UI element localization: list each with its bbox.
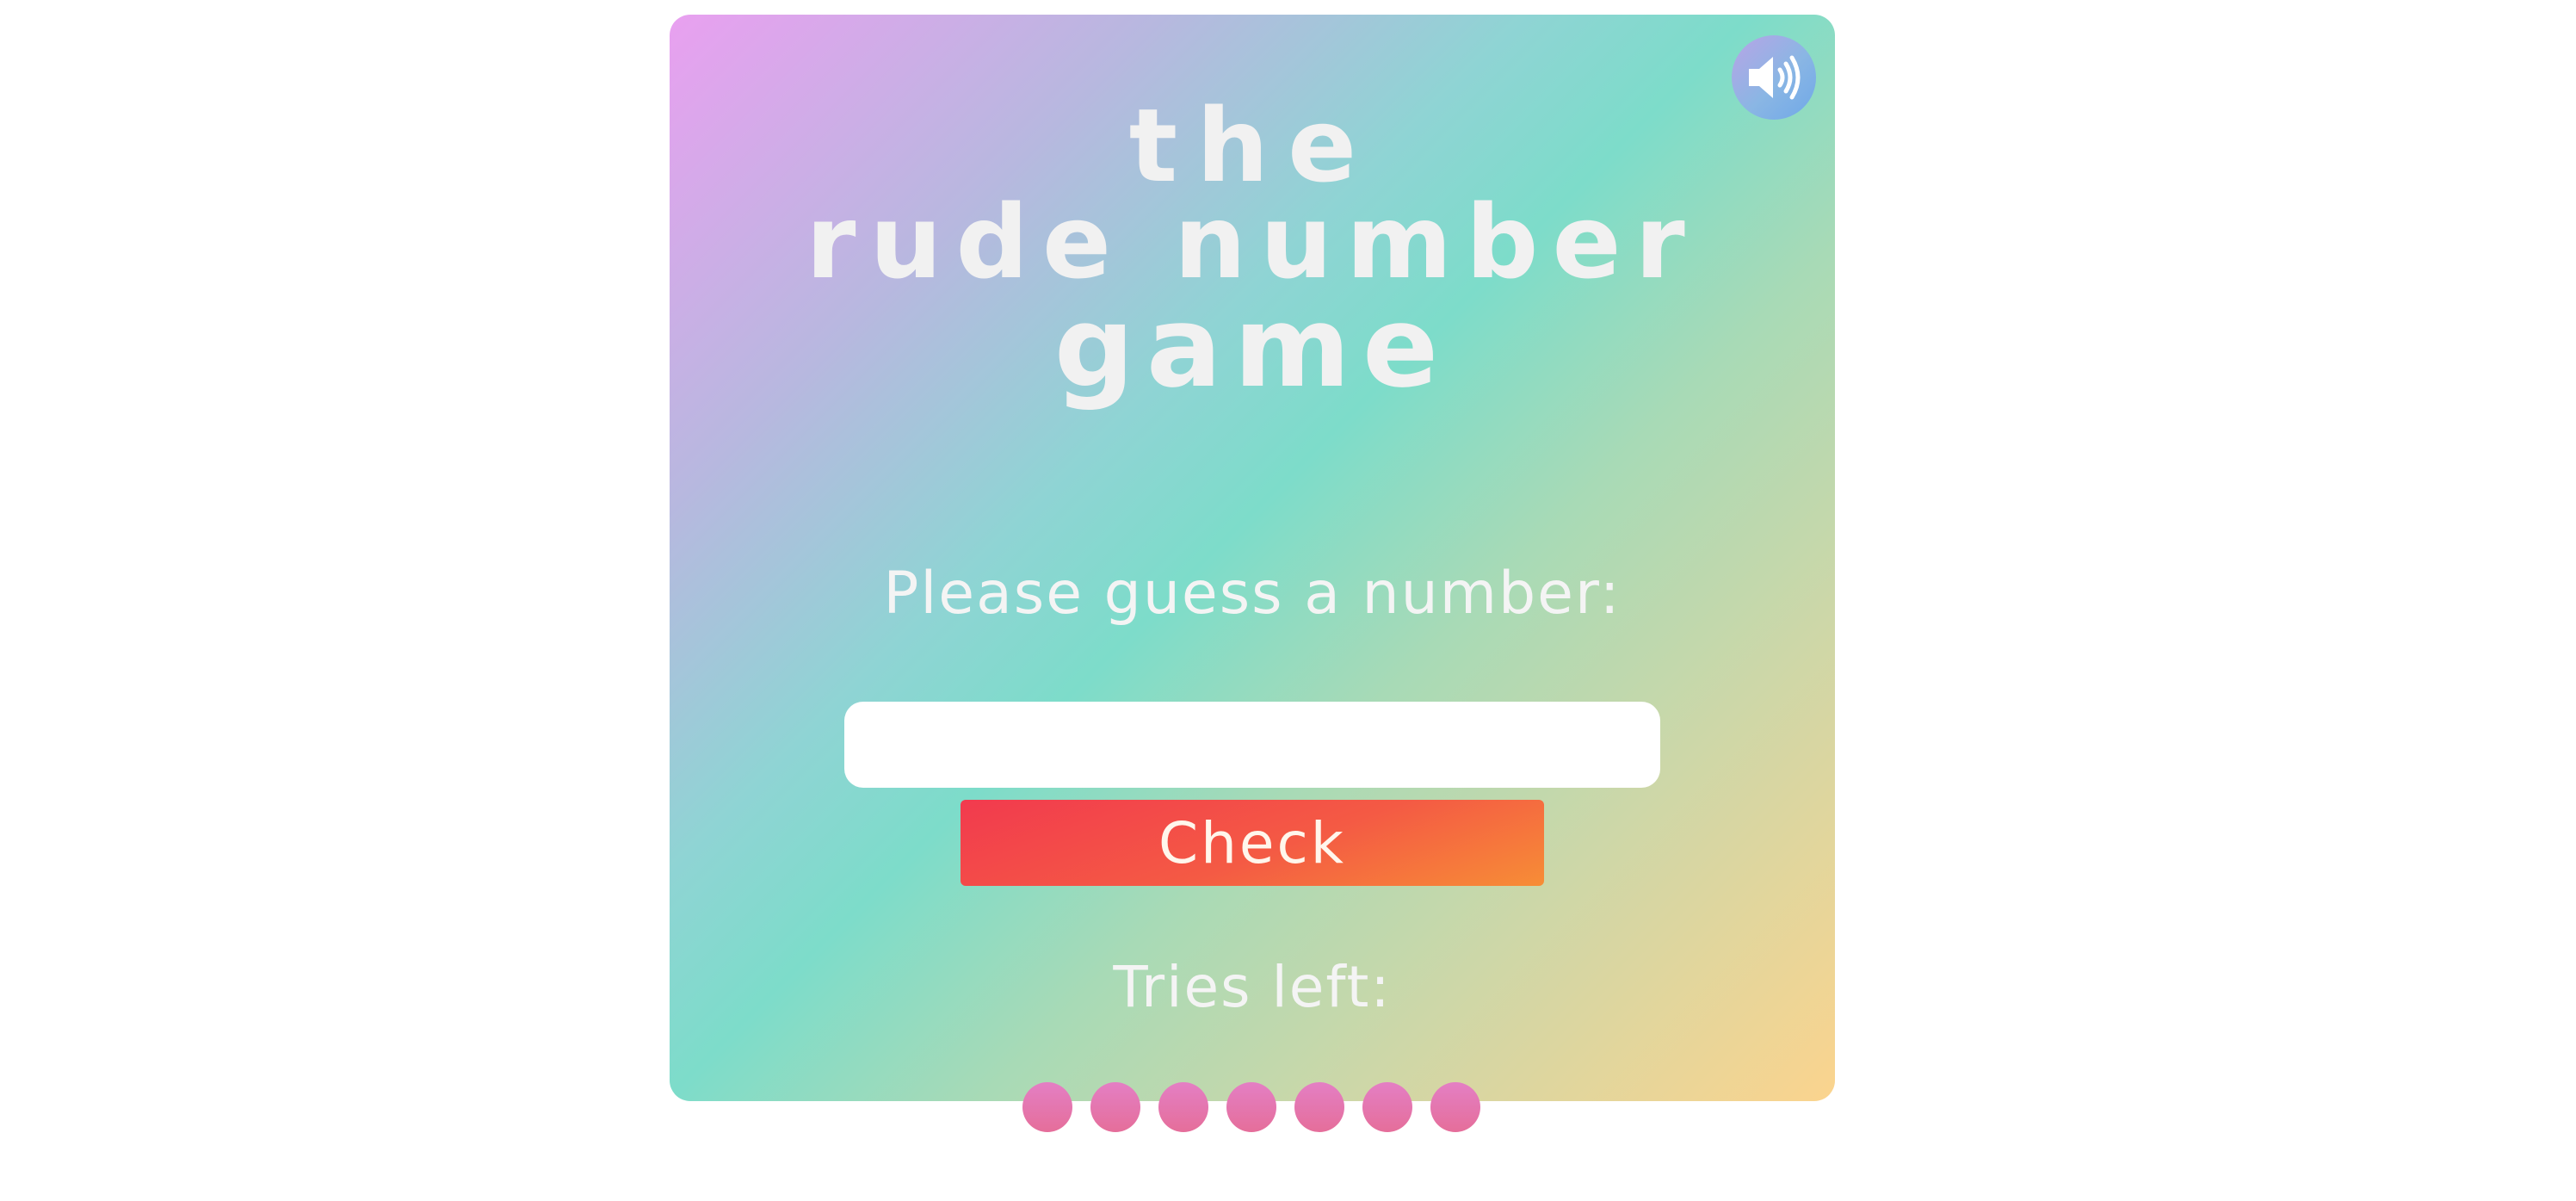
check-button[interactable]: Check [961,800,1544,886]
try-dot [1294,1082,1344,1132]
try-dot [1022,1082,1072,1132]
try-dot [1430,1082,1480,1132]
try-dot [1090,1082,1140,1132]
guess-input[interactable] [844,702,1660,788]
game-title-line-3: game [1053,282,1451,412]
tries-left-label: Tries left: [1113,954,1392,1020]
try-dot [1158,1082,1208,1132]
guess-prompt: Please guess a number: [883,560,1622,628]
game-title-line-1: the [1128,86,1376,205]
game-title-line-2: rude number [806,183,1699,301]
try-dot [1226,1082,1276,1132]
tries-indicator [1022,1082,1487,1134]
try-dot [1362,1082,1412,1132]
